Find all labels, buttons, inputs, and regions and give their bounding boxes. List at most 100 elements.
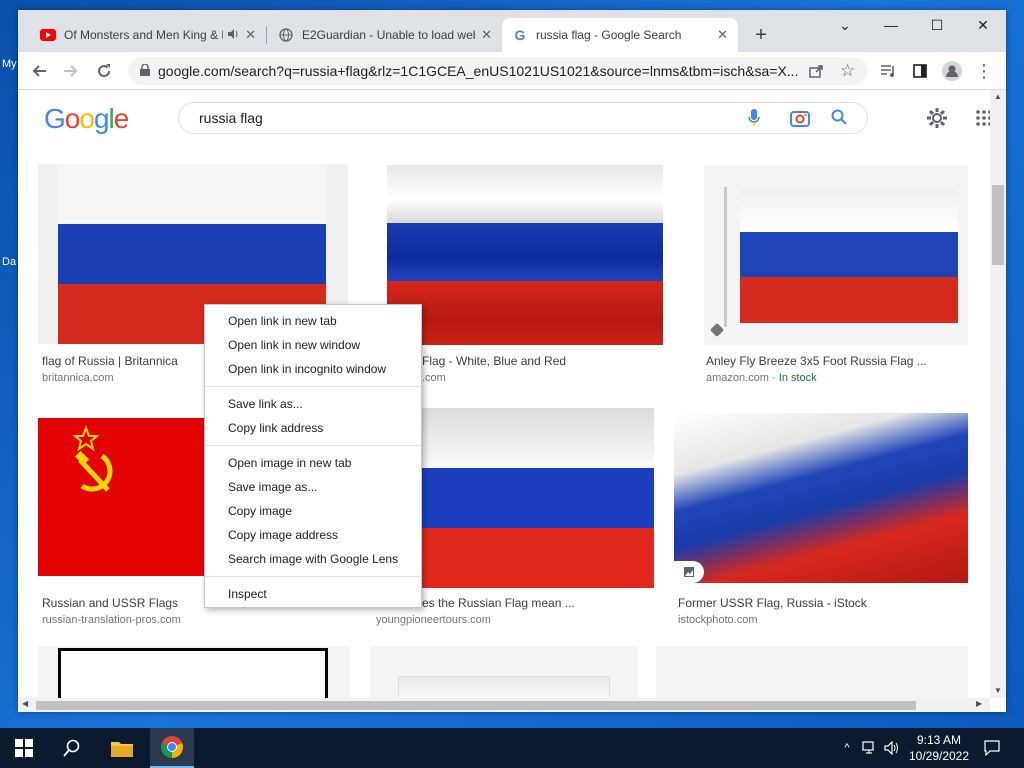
show-hidden-icons-chevron-icon[interactable]: ^ [838, 728, 856, 768]
media-control-icon[interactable] [876, 59, 900, 83]
browser-toolbar: google.com/search?q=russia+flag&rlz=1C1G… [18, 52, 1006, 90]
close-icon[interactable]: ✕ [717, 27, 728, 43]
new-tab-button[interactable]: + [746, 18, 776, 52]
menu-save-image-as[interactable]: Save image as... [205, 475, 421, 499]
tab-search-button[interactable]: ⌄ [822, 10, 868, 40]
system-clock[interactable]: 9:13 AM 10/29/2022 [904, 732, 974, 764]
result-title[interactable]: flag of Russia | Britannica [42, 354, 212, 368]
result-title[interactable]: Flag - White, Blue and Red [422, 354, 602, 368]
menu-copy-image[interactable]: Copy image [205, 499, 421, 523]
stock-status: In stock [778, 372, 817, 384]
volume-icon[interactable] [882, 728, 902, 768]
share-icon[interactable] [808, 63, 824, 82]
desktop-icon-label[interactable]: Da [2, 256, 16, 268]
result-image[interactable] [422, 408, 654, 588]
desktop-icon-label[interactable]: My [2, 58, 17, 70]
tab-divider [266, 26, 267, 44]
tab-google-search[interactable]: G russia flag - Google Search ✕ [502, 18, 738, 52]
back-button[interactable] [28, 59, 52, 83]
forward-button[interactable] [58, 59, 82, 83]
file-explorer-button[interactable] [104, 728, 140, 768]
minimize-button[interactable]: — [868, 10, 914, 40]
result-image[interactable] [38, 646, 350, 698]
scroll-right-icon[interactable]: ▶ [976, 699, 982, 708]
menu-open-link-incognito[interactable]: Open link in incognito window [205, 357, 421, 381]
result-source[interactable]: britannica.com [42, 372, 114, 384]
context-menu: Open link in new tab Open link in new wi… [204, 304, 422, 608]
microphone-icon[interactable] [747, 108, 761, 131]
taskbar: ^ 9:13 AM 10/29/2022 [0, 728, 1024, 768]
maximize-button[interactable]: ☐ [914, 10, 960, 40]
clock-date: 10/29/2022 [908, 749, 970, 763]
windows-logo-icon [15, 739, 33, 757]
url-text: google.com/search?q=russia+flag&rlz=1C1G… [158, 63, 798, 79]
menu-open-image-new-tab[interactable]: Open image in new tab [205, 451, 421, 475]
result-image[interactable] [674, 413, 968, 583]
menu-inspect[interactable]: Inspect [205, 582, 421, 606]
reload-button[interactable] [92, 59, 116, 83]
result-source[interactable]: russian-translation-pros.com [42, 614, 181, 626]
bookmark-star-icon[interactable]: ☆ [840, 61, 855, 81]
search-results-page: Google russia flag flag of Russia | Brit… [18, 90, 990, 698]
lock-icon[interactable] [140, 62, 150, 79]
result-title[interactable]: es the Russian Flag mean ... [422, 596, 622, 610]
result-image[interactable] [656, 646, 968, 698]
result-title[interactable]: Anley Fly Breeze 3x5 Foot Russia Flag ..… [706, 354, 966, 368]
result-title[interactable]: Russian and USSR Flags [42, 596, 212, 610]
apps-grid-icon[interactable] [972, 106, 990, 130]
result-image[interactable] [370, 646, 638, 698]
browser-window: Of Monsters and Men King & Lionheart ✕ E… [18, 10, 1006, 712]
start-button[interactable] [6, 728, 42, 768]
shopping-tag-icon [709, 322, 725, 338]
search-query: russia flag [199, 110, 263, 126]
camera-lens-icon[interactable] [789, 108, 811, 131]
menu-copy-link-address[interactable]: Copy link address [205, 416, 421, 440]
menu-open-link-new-tab[interactable]: Open link in new tab [205, 309, 421, 333]
close-window-button[interactable]: ✕ [960, 10, 1006, 40]
result-source[interactable]: istockphoto.com [678, 614, 757, 626]
result-source[interactable]: .com [422, 372, 446, 384]
close-icon[interactable]: ✕ [245, 27, 256, 43]
menu-save-link-as[interactable]: Save link as... [205, 392, 421, 416]
google-header: Google russia flag [18, 90, 990, 150]
tab-e2guardian[interactable]: E2Guardian - Unable to load web page ✕ [268, 18, 502, 52]
menu-copy-image-address[interactable]: Copy image address [205, 523, 421, 547]
scrollbar-thumb[interactable] [36, 701, 916, 710]
taskbar-search-button[interactable] [54, 728, 90, 768]
close-icon[interactable]: ✕ [481, 27, 492, 43]
side-panel-icon[interactable] [908, 59, 932, 83]
menu-search-google-lens[interactable]: Search image with Google Lens [205, 547, 421, 571]
tab-label: Of Monsters and Men King & Lionheart [64, 28, 223, 42]
speaker-icon[interactable] [227, 28, 239, 43]
horizontal-scrollbar[interactable]: ◀ ▶ [18, 698, 990, 712]
scroll-left-icon[interactable]: ◀ [22, 699, 28, 708]
tab-label: russia flag - Google Search [536, 28, 682, 42]
tab-label: E2Guardian - Unable to load web page [302, 28, 475, 42]
settings-gear-icon[interactable] [925, 106, 949, 130]
profile-avatar[interactable] [940, 59, 964, 83]
address-bar[interactable]: google.com/search?q=russia+flag&rlz=1C1G… [128, 57, 868, 85]
notification-center-icon[interactable] [980, 728, 1004, 768]
tab-youtube[interactable]: Of Monsters and Men King & Lionheart ✕ [30, 18, 266, 52]
search-icon[interactable] [831, 109, 847, 128]
scrollbar-thumb[interactable] [992, 185, 1004, 265]
result-image[interactable] [387, 165, 663, 345]
menu-open-link-new-window[interactable]: Open link in new window [205, 333, 421, 357]
tab-strip: Of Monsters and Men King & Lionheart ✕ E… [18, 10, 1006, 52]
search-icon [63, 739, 80, 757]
result-title[interactable]: Former USSR Flag, Russia - iStock [678, 596, 938, 610]
result-source[interactable]: amazon.com · In stock [706, 372, 817, 384]
result-source[interactable]: youngpioneertours.com [376, 614, 491, 626]
chrome-taskbar-button[interactable] [150, 728, 194, 768]
result-image[interactable] [704, 165, 968, 345]
google-logo[interactable]: Google [44, 103, 129, 135]
vertical-scrollbar[interactable]: ▲ ▼ [990, 90, 1006, 698]
chrome-icon [161, 736, 183, 758]
network-icon[interactable] [860, 728, 880, 768]
result-image[interactable] [38, 418, 206, 576]
chrome-menu-icon[interactable]: ⋮ [972, 59, 996, 83]
scroll-down-icon[interactable]: ▼ [994, 686, 1002, 695]
folder-icon [111, 742, 133, 757]
scroll-up-icon[interactable]: ▲ [994, 92, 1002, 101]
search-input[interactable]: russia flag [178, 102, 868, 134]
